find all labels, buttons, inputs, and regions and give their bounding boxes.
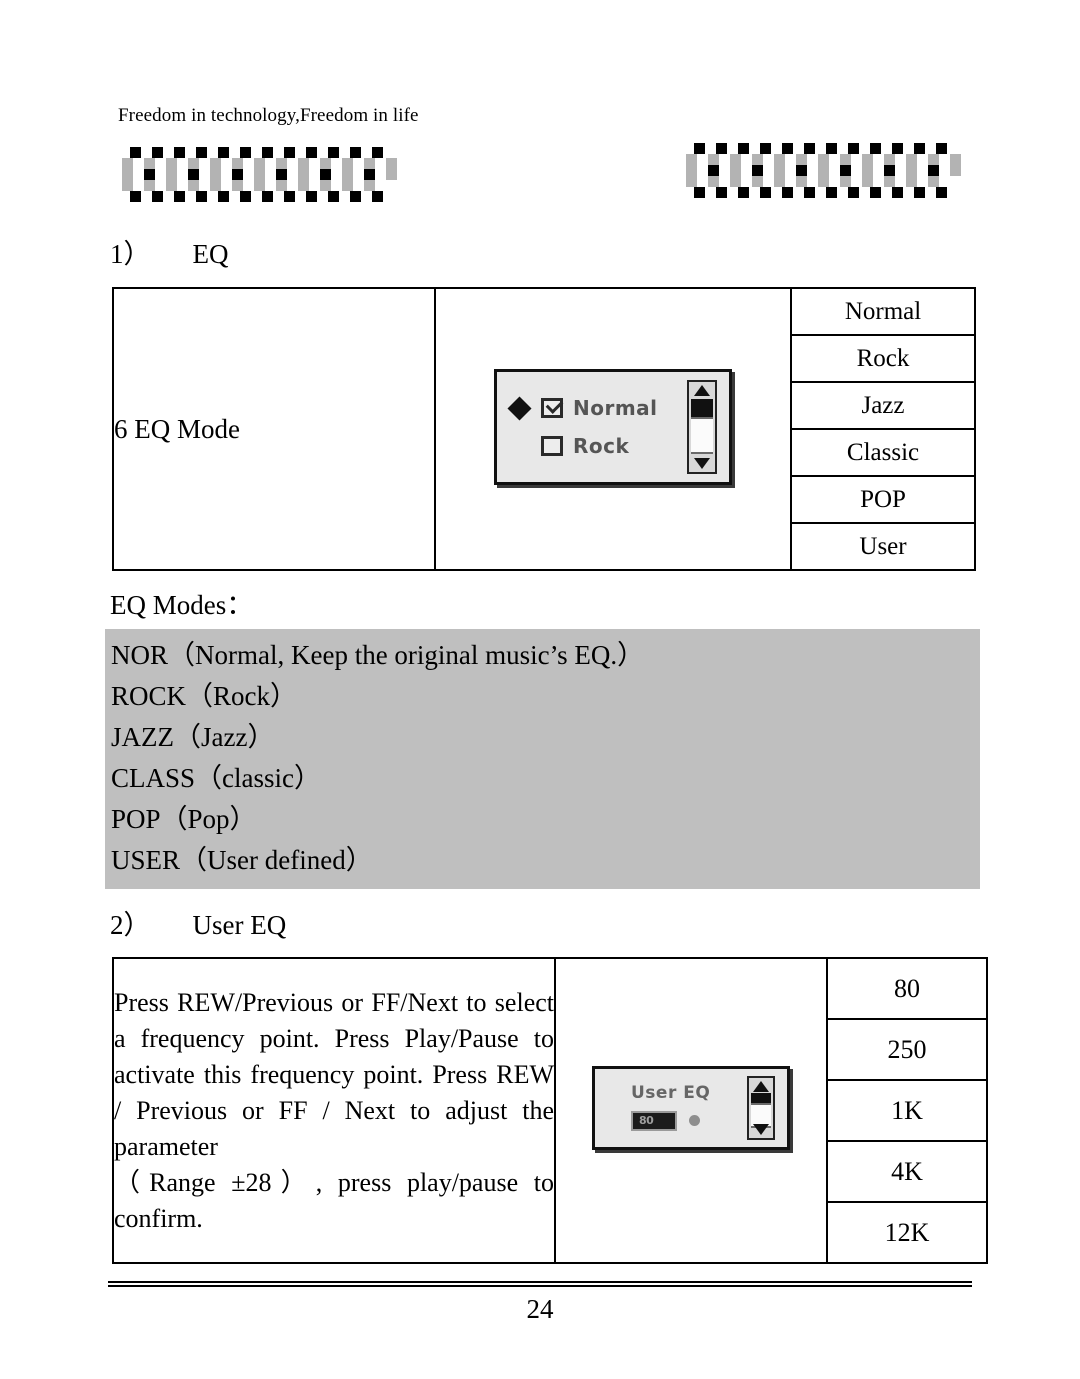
- frequency-item: 12K: [826, 1201, 988, 1264]
- eq-mode-item: Normal: [790, 287, 976, 336]
- section-number: 2）: [110, 910, 151, 940]
- frequency-value-box[interactable]: 80: [631, 1111, 677, 1131]
- user-eq-screen-cell: User EQ 80: [554, 957, 828, 1264]
- section-title: EQ: [192, 239, 229, 269]
- check-tick-icon: [545, 395, 564, 414]
- eq-mode-label: 6 EQ Mode: [112, 287, 436, 571]
- frequency-item: 250: [826, 1018, 988, 1081]
- page-number: 24: [526, 1294, 554, 1324]
- user-eq-instruction-text: Press REW/Previous or FF/Next to select …: [114, 987, 554, 1161]
- checkbox-rock-icon[interactable]: [541, 435, 563, 456]
- device-screen-user-eq: User EQ 80: [592, 1066, 790, 1150]
- scroll-up-arrow-icon[interactable]: [753, 1081, 769, 1092]
- user-eq-instruction-text-last: （Range ±28）, press play/pause to confirm…: [114, 1167, 554, 1233]
- section-number: 1）: [110, 239, 151, 269]
- user-eq-table: Press REW/Previous or FF/Next to select …: [112, 957, 988, 1264]
- eq-modes-description-block: NOR（Normal, Keep the original music’s EQ…: [105, 629, 980, 889]
- eq-mode-item: Rock: [790, 334, 976, 383]
- device-screen-eq-mode: Normal Rock: [494, 368, 732, 485]
- table-row: 6 EQ Mode Normal Rock Normal: [112, 287, 976, 571]
- checkbox-normal-icon[interactable]: [541, 395, 564, 418]
- frequency-item: 80: [826, 957, 988, 1020]
- frequency-item: 1K: [826, 1079, 988, 1142]
- eq-mode-table: 6 EQ Mode Normal Rock Normal Rock Jazz C…: [112, 287, 976, 571]
- indicator-dot-icon: [689, 1115, 700, 1126]
- decorative-checkerboard-right: [686, 143, 966, 198]
- scroll-up-arrow-icon[interactable]: [694, 384, 710, 396]
- eq-mode-description: POP（Pop）: [111, 804, 257, 834]
- eq-mode-description: USER（User defined）: [111, 845, 373, 875]
- scrollbar-track[interactable]: [691, 416, 713, 454]
- screen-item-label-rock: Rock: [573, 433, 630, 458]
- eq-mode-screen-cell: Normal Rock: [434, 287, 792, 571]
- eq-mode-item: POP: [790, 475, 976, 524]
- eq-mode-description: ROCK（Rock）: [111, 681, 298, 711]
- screen-item-label-normal: Normal: [573, 395, 658, 420]
- table-row: Press REW/Previous or FF/Next to select …: [112, 957, 988, 1264]
- section-heading-eq: 1） EQ: [110, 232, 229, 271]
- scrollbar-thumb[interactable]: [751, 1093, 771, 1103]
- eq-mode-item: Classic: [790, 428, 976, 477]
- section-title: User EQ: [192, 910, 287, 940]
- user-eq-instructions-cell: Press REW/Previous or FF/Next to select …: [112, 957, 556, 1264]
- scroll-down-arrow-icon[interactable]: [694, 457, 710, 469]
- scroll-down-arrow-icon[interactable]: [753, 1124, 769, 1135]
- scrollbar-thumb[interactable]: [691, 398, 713, 417]
- eq-modes-title: EQ Modes：: [110, 590, 254, 620]
- frequency-value: 80: [639, 1114, 654, 1127]
- screen-scrollbar[interactable]: [747, 1076, 775, 1140]
- header-tagline: Freedom in technology,Freedom in life: [118, 105, 419, 126]
- eq-mode-item: User: [790, 522, 976, 571]
- screen-title-user-eq: User EQ: [631, 1083, 711, 1103]
- eq-mode-description: NOR（Normal, Keep the original music’s EQ…: [111, 640, 645, 670]
- eq-mode-description: JAZZ（Jazz）: [111, 722, 275, 752]
- frequency-item: 4K: [826, 1140, 988, 1203]
- eq-mode-description: CLASS（classic）: [111, 763, 322, 793]
- screen-scrollbar[interactable]: [687, 379, 717, 474]
- footer-rule: [108, 1281, 972, 1287]
- section-heading-user-eq: 2） User EQ: [110, 903, 286, 942]
- eq-mode-item: Jazz: [790, 381, 976, 430]
- selection-diamond-icon: [507, 395, 532, 421]
- document-page: Freedom in technology,Freedom in life 1）…: [0, 0, 1080, 1379]
- decorative-checkerboard-left: [122, 147, 402, 202]
